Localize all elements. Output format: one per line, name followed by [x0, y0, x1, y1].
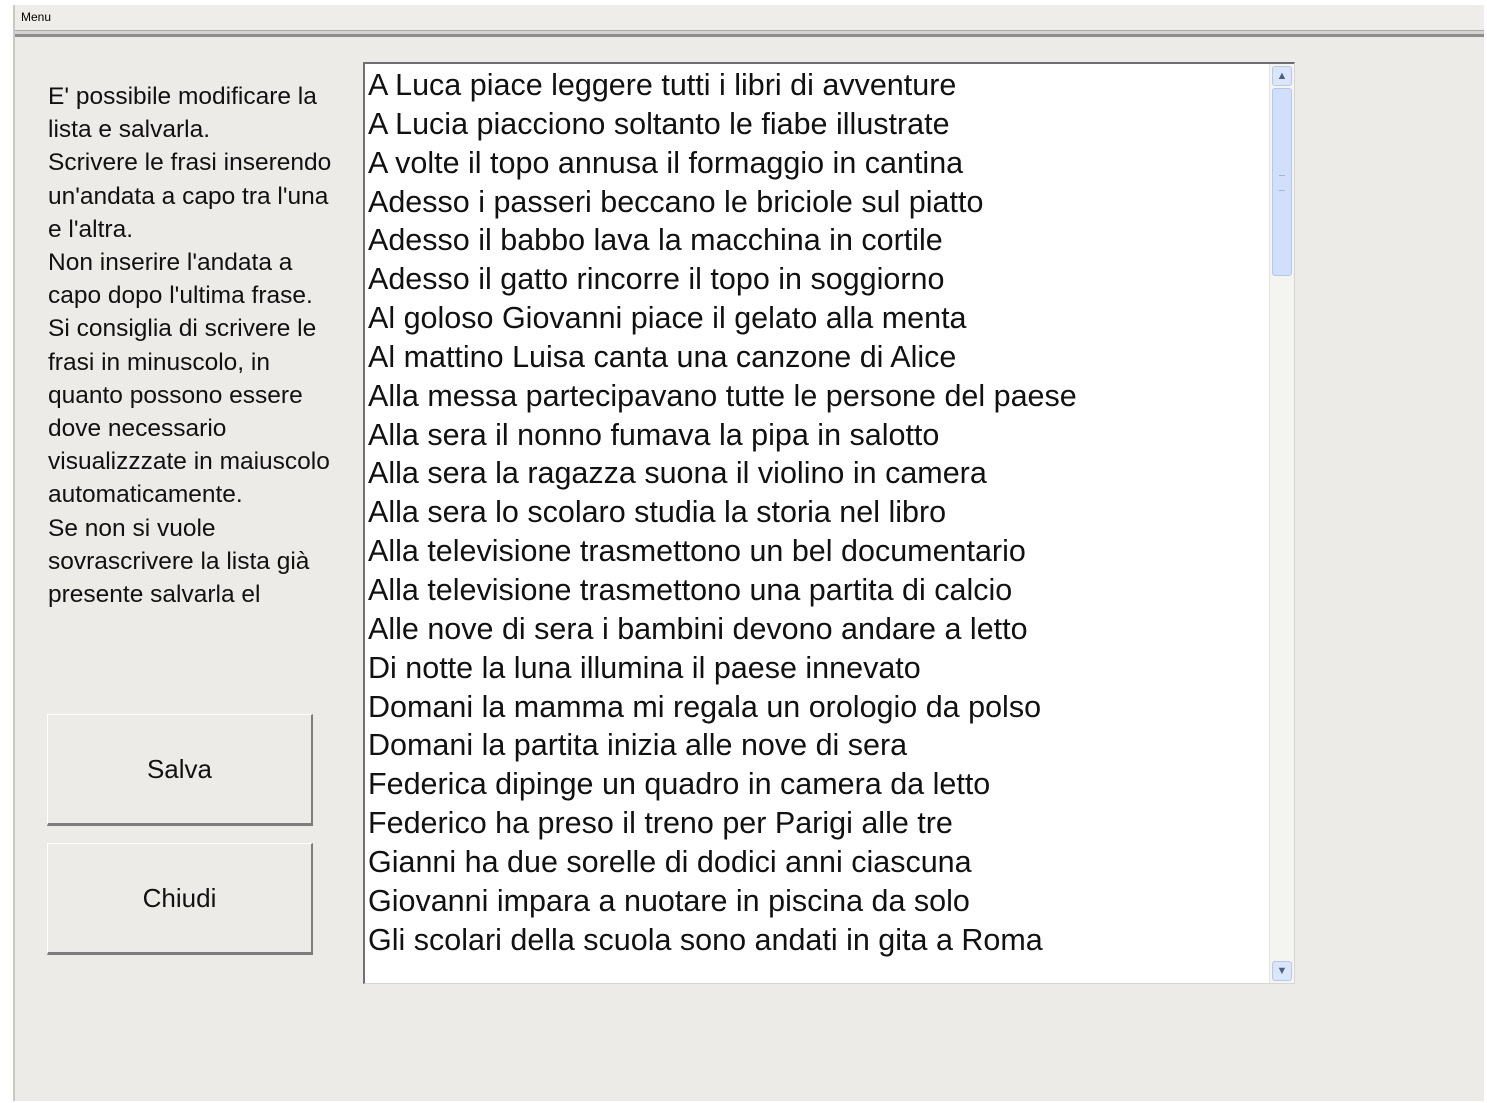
- grip-icon: [1279, 175, 1285, 191]
- sentence-line[interactable]: Federico ha preso il treno per Parigi al…: [368, 804, 1268, 843]
- scroll-thumb[interactable]: [1272, 88, 1292, 276]
- instructions-text: E' possibile modificare la lista e salva…: [48, 83, 332, 609]
- sentence-line[interactable]: Adesso i passeri beccano le briciole sul…: [368, 183, 1268, 222]
- sentence-list: A Luca piace leggere tutti i libri di av…: [368, 66, 1268, 981]
- sentence-list-editor[interactable]: A Luca piace leggere tutti i libri di av…: [363, 62, 1295, 984]
- close-button[interactable]: Chiudi: [47, 843, 313, 955]
- sentence-line[interactable]: Adesso il gatto rincorre il topo in sogg…: [368, 260, 1268, 299]
- sentence-line[interactable]: Al goloso Giovanni piace il gelato alla …: [368, 299, 1268, 338]
- sentence-line[interactable]: Alla sera la ragazza suona il violino in…: [368, 454, 1268, 493]
- sentence-line[interactable]: Alla messa partecipavano tutte le person…: [368, 377, 1268, 416]
- sentence-line[interactable]: A Luca piace leggere tutti i libri di av…: [368, 66, 1268, 105]
- sentence-line[interactable]: Alla sera lo scolaro studia la storia ne…: [368, 493, 1268, 532]
- sentence-line[interactable]: Giovanni impara a nuotare in piscina da …: [368, 882, 1268, 921]
- sentence-line[interactable]: Alle nove di sera i bambini devono andar…: [368, 610, 1268, 649]
- sentence-line[interactable]: Alla televisione trasmettono un bel docu…: [368, 532, 1268, 571]
- app-window: Menu E' possibile modificare la lista e …: [13, 5, 1484, 1101]
- sentence-line[interactable]: Adesso il babbo lava la macchina in cort…: [368, 221, 1268, 260]
- sentence-line[interactable]: Domani la mamma mi regala un orologio da…: [368, 688, 1268, 727]
- chevron-up-icon[interactable]: ▲: [1272, 66, 1292, 86]
- sentence-line[interactable]: A Lucia piacciono soltanto le fiabe illu…: [368, 105, 1268, 144]
- sentence-line[interactable]: Federica dipinge un quadro in camera da …: [368, 765, 1268, 804]
- menu-bar: Menu: [15, 5, 1484, 31]
- chevron-down-icon[interactable]: ▼: [1272, 961, 1292, 981]
- sentence-line[interactable]: Alla sera il nonno fumava la pipa in sal…: [368, 416, 1268, 455]
- sentence-line[interactable]: Alla televisione trasmettono una partita…: [368, 571, 1268, 610]
- menu-divider: [15, 34, 1484, 37]
- sentence-line[interactable]: A volte il topo annusa il formaggio in c…: [368, 144, 1268, 183]
- sentence-line[interactable]: Domani la partita inizia alle nove di se…: [368, 726, 1268, 765]
- vertical-scrollbar[interactable]: ▲ ▼: [1269, 64, 1294, 983]
- sentence-line[interactable]: Al mattino Luisa canta una canzone di Al…: [368, 338, 1268, 377]
- sentence-line[interactable]: Gli scolari della scuola sono andati in …: [368, 921, 1268, 960]
- save-button[interactable]: Salva: [47, 714, 313, 826]
- sentence-line[interactable]: Gianni ha due sorelle di dodici anni cia…: [368, 843, 1268, 882]
- sentence-line[interactable]: Di notte la luna illumina il paese innev…: [368, 649, 1268, 688]
- menu-item-menu[interactable]: Menu: [21, 10, 51, 24]
